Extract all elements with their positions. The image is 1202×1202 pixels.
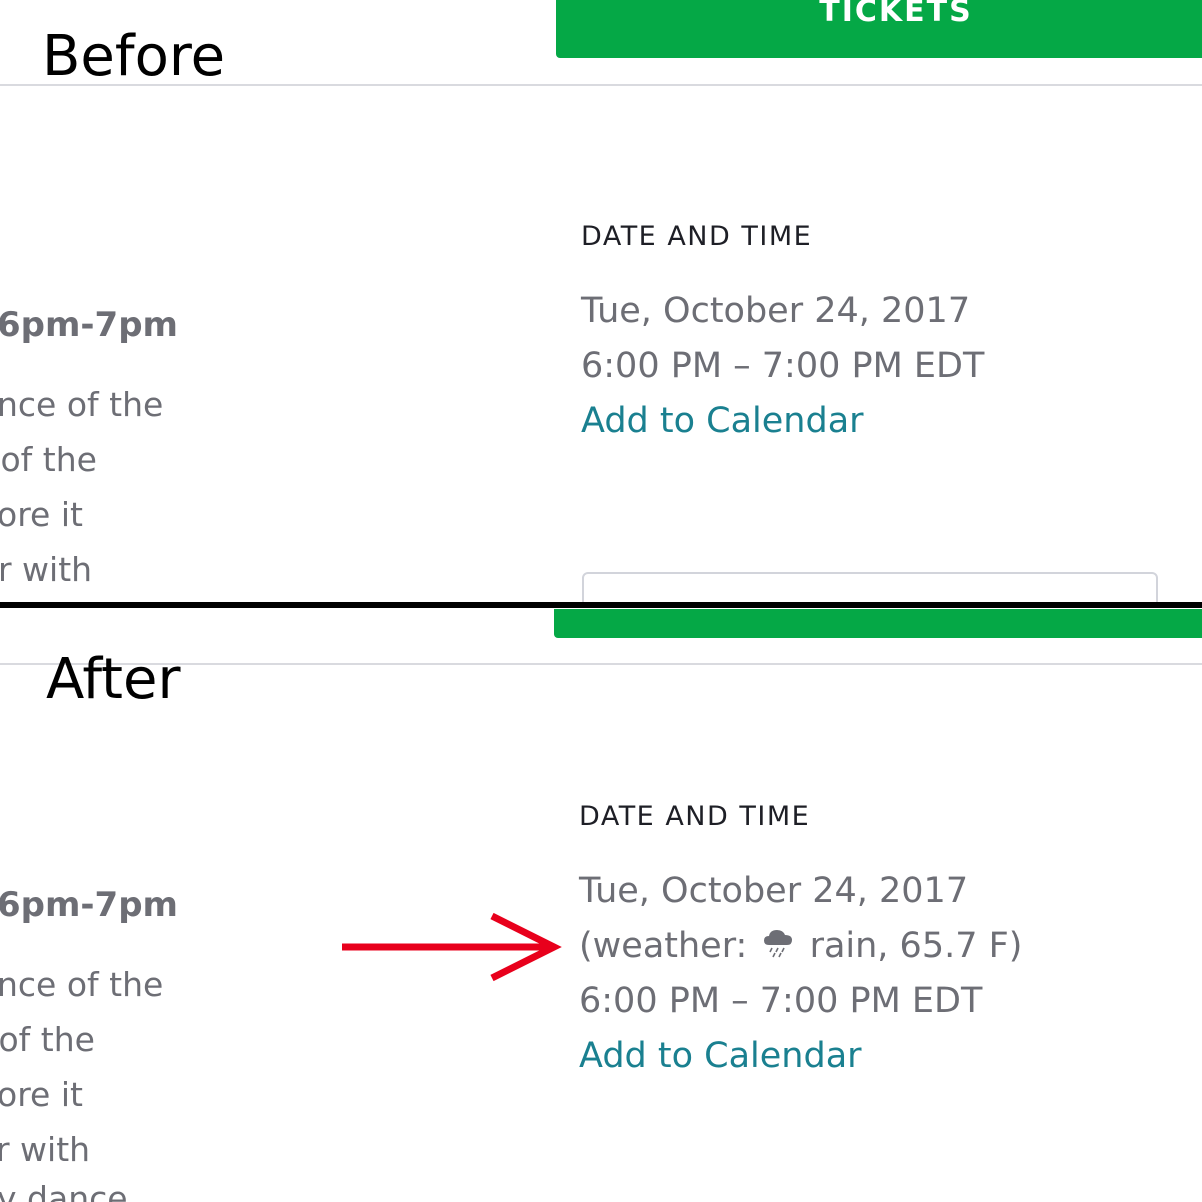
- description-line: y dance: [0, 1179, 128, 1202]
- tickets-button-label: TICKETS: [819, 0, 973, 29]
- weather-suffix: rain, 65.7 F): [809, 926, 1023, 966]
- description-line: nce of the: [0, 385, 164, 424]
- description-line: nce of the: [0, 965, 164, 1004]
- date-time-heading: DATE AND TIME: [579, 801, 811, 832]
- description-line: r with: [0, 1130, 91, 1169]
- event-date: Tue, October 24, 2017: [581, 291, 971, 331]
- tickets-button[interactable]: [554, 609, 1202, 638]
- rain-cloud-icon: [762, 927, 794, 967]
- before-after-divider: [0, 602, 1202, 608]
- before-panel: TICKETS Before 6pm-7pm nce of the of the…: [0, 0, 1202, 603]
- event-time-heading: 6pm-7pm: [0, 305, 178, 345]
- event-time: 6:00 PM – 7:00 PM EDT: [579, 981, 983, 1021]
- weather-prefix: (weather:: [579, 926, 748, 966]
- description-line: ore it: [0, 1075, 83, 1114]
- add-to-calendar-link[interactable]: Add to Calendar: [579, 1036, 862, 1076]
- description-line: of the: [0, 1020, 95, 1059]
- annotation-arrow: [342, 912, 562, 982]
- event-time: 6:00 PM – 7:00 PM EDT: [581, 346, 985, 386]
- description-line: ore it: [0, 495, 83, 534]
- description-line: of the: [0, 440, 97, 479]
- after-panel: After 6pm-7pm nce of the of the ore it r…: [0, 609, 1202, 1202]
- date-time-heading: DATE AND TIME: [581, 221, 813, 252]
- add-to-calendar-link[interactable]: Add to Calendar: [581, 401, 864, 441]
- event-time-heading: 6pm-7pm: [0, 885, 178, 925]
- after-label: After: [46, 647, 181, 712]
- event-date: Tue, October 24, 2017: [579, 871, 969, 911]
- description-line: r with: [0, 550, 93, 589]
- tickets-button[interactable]: TICKETS: [556, 0, 1202, 58]
- info-card: [582, 572, 1158, 603]
- before-label: Before: [42, 24, 226, 89]
- weather-info: (weather: rain, 65.7 F): [579, 926, 1022, 967]
